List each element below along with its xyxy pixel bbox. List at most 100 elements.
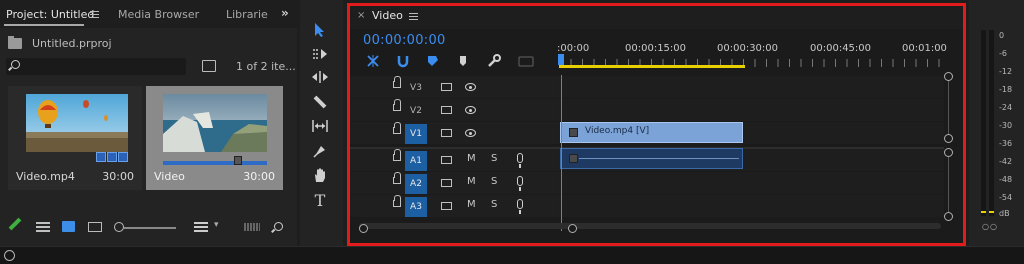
lock-icon[interactable] (393, 149, 401, 161)
tab-sequence-video[interactable]: Video (372, 9, 403, 22)
meter-scale-label: -48 (999, 175, 1013, 184)
sort-icon[interactable] (194, 222, 208, 232)
timeline-menu-icon[interactable] (409, 13, 418, 20)
peak-indicator (981, 211, 986, 213)
track-label[interactable]: V3 (405, 78, 427, 98)
snap-magnet-icon[interactable] (395, 53, 411, 69)
clip-label: Video.mp4 [V] (585, 126, 650, 136)
eye-icon[interactable] (465, 83, 476, 91)
closed-captions-icon[interactable] (517, 53, 535, 69)
sync-lock-icon[interactable] (441, 179, 452, 187)
solo-button[interactable]: S (491, 153, 497, 164)
timeline-horizontal-scrollbar[interactable] (359, 223, 941, 229)
track-lane[interactable] (559, 172, 944, 194)
mute-button[interactable]: M (467, 153, 476, 164)
track-lane[interactable] (559, 195, 944, 217)
timeline-video-clip[interactable]: Video.mp4 [V] (560, 122, 743, 143)
solo-button[interactable]: S (491, 176, 497, 187)
track-select-tool[interactable] (310, 44, 330, 64)
slip-tool[interactable] (310, 116, 330, 136)
hand-tool[interactable] (310, 165, 330, 185)
audio-scroll-handle-top[interactable] (944, 148, 953, 157)
nest-or-insert-icon[interactable] (365, 53, 381, 69)
clip-hover-scrub-handle[interactable] (234, 156, 242, 165)
sync-lock-icon[interactable] (441, 83, 452, 91)
ruler-label: 00:00:15:00 (625, 43, 687, 54)
lock-icon[interactable] (393, 172, 401, 184)
track-lane[interactable] (559, 99, 944, 121)
wrench-settings-icon[interactable] (486, 53, 502, 69)
meter-scale-label: -18 (999, 85, 1013, 94)
project-panel-menu-icon[interactable] (90, 11, 99, 18)
lock-icon[interactable] (393, 122, 401, 134)
project-tab-bar: Project: Untitled Media Browser Librarie… (0, 0, 297, 28)
lock-icon[interactable] (393, 76, 401, 88)
sync-lock-icon[interactable] (441, 202, 452, 210)
project-search-input[interactable] (6, 58, 186, 75)
video-vertical-scroll-track[interactable] (948, 77, 949, 139)
audio-vertical-scroll-track[interactable] (948, 152, 949, 216)
icon-view-icon[interactable] (62, 221, 75, 232)
timeline-audio-clip[interactable] (560, 148, 743, 169)
eye-icon[interactable] (465, 106, 476, 114)
zoom-slider-track[interactable] (124, 227, 176, 229)
solo-button[interactable]: S (491, 199, 497, 210)
tab-libraries[interactable]: Librarie (226, 8, 268, 21)
freeform-view-icon[interactable] (88, 222, 102, 232)
eye-icon[interactable] (465, 129, 476, 137)
playhead-handle[interactable] (558, 54, 564, 65)
track-target-a2[interactable]: A2 (405, 174, 427, 194)
pen-tool[interactable] (310, 141, 330, 161)
track-row-a2: A2 M S (347, 172, 944, 194)
find-icon[interactable] (274, 222, 283, 231)
video-scroll-handle-top[interactable] (944, 72, 953, 81)
microphone-icon[interactable] (517, 176, 523, 191)
meter-solo-buttons[interactable]: ○○ (982, 222, 998, 231)
type-tool[interactable]: T (310, 190, 330, 210)
mute-button[interactable]: M (467, 199, 476, 210)
horizontal-scroll-handle-left[interactable] (359, 224, 368, 233)
razor-tool[interactable] (310, 92, 330, 112)
track-lane[interactable] (559, 76, 944, 98)
linked-selection-icon[interactable] (425, 53, 441, 69)
sync-lock-icon[interactable] (441, 156, 452, 164)
video-scroll-handle-bottom[interactable] (944, 134, 953, 143)
playhead-timecode[interactable]: 00:00:00:00 (363, 33, 446, 48)
selection-tool[interactable] (310, 20, 330, 40)
track-target-a1[interactable]: A1 (405, 151, 427, 171)
track-label[interactable]: V2 (405, 101, 427, 121)
list-view-icon[interactable] (36, 222, 50, 232)
add-marker-icon[interactable] (455, 53, 471, 69)
horizontal-scroll-handle-right[interactable] (568, 224, 577, 233)
creative-cloud-icon[interactable] (4, 250, 15, 261)
automate-to-sequence-icon[interactable] (244, 223, 260, 231)
playhead-line[interactable] (561, 75, 562, 231)
tab-project[interactable]: Project: Untitled (6, 8, 94, 21)
work-area-bar[interactable] (559, 65, 745, 68)
sync-lock-icon[interactable] (441, 129, 452, 137)
project-item-video-sequence[interactable]: Video 30:00 (146, 86, 283, 190)
track-target-v1[interactable]: V1 (405, 124, 427, 144)
new-bin-from-search-icon[interactable] (202, 60, 216, 72)
zoom-slider-knob[interactable] (114, 222, 124, 232)
chevron-down-icon[interactable]: ▾ (214, 220, 219, 230)
tab-media-browser[interactable]: Media Browser (118, 8, 199, 21)
tabs-overflow-icon[interactable]: » (281, 6, 289, 20)
microphone-icon[interactable] (517, 153, 523, 168)
lock-icon[interactable] (393, 99, 401, 111)
sync-lock-icon[interactable] (441, 106, 452, 114)
meter-scale-label: -36 (999, 139, 1013, 148)
close-icon[interactable]: × (357, 10, 365, 21)
audio-scroll-handle-bottom[interactable] (944, 212, 953, 221)
lock-icon[interactable] (393, 195, 401, 207)
ruler-label: 00:00:45:00 (810, 43, 872, 54)
ripple-edit-tool[interactable] (310, 67, 330, 87)
track-target-a3[interactable]: A3 (405, 197, 427, 217)
microphone-icon[interactable] (517, 199, 523, 214)
ruler-label: 00:01:00 (902, 43, 947, 54)
mute-button[interactable]: M (467, 176, 476, 187)
clip-thumbnail (26, 94, 128, 152)
time-ruler[interactable]: :00:00 00:00:15:00 00:00:30:00 00:00:45:… (557, 29, 947, 75)
project-item-video-mp4[interactable]: Video.mp4 30:00 (8, 86, 142, 190)
track-header: A3 M S (347, 195, 559, 217)
